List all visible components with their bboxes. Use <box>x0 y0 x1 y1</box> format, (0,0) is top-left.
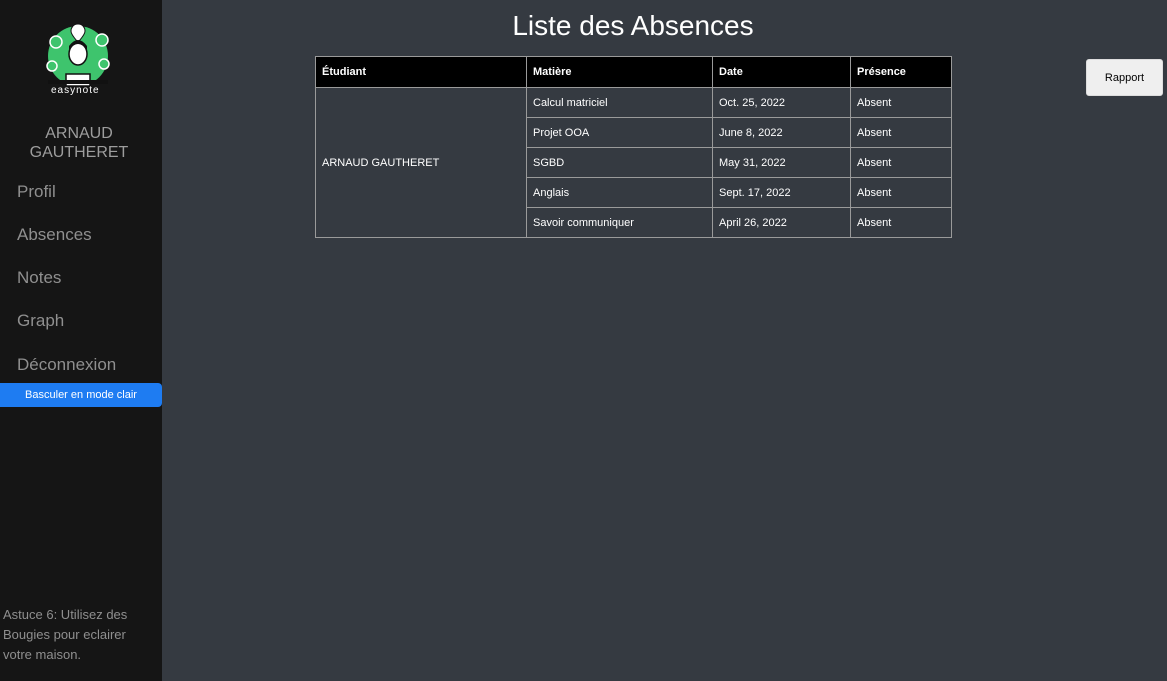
page-title: Liste des Absences <box>512 10 754 41</box>
nav-item-absences[interactable]: Absences <box>17 225 92 245</box>
rapport-button[interactable]: Rapport <box>1086 59 1163 96</box>
header-matiere: Matière <box>526 56 713 88</box>
logo-text: easynote <box>51 85 100 96</box>
nav-item-notes[interactable]: Notes <box>17 268 61 288</box>
subject-cell: Anglais <box>526 177 713 208</box>
student-cell: ARNAUD GAUTHERET <box>315 87 527 238</box>
presence-cell: Absent <box>850 177 952 208</box>
nav-item-graph[interactable]: Graph <box>17 311 64 331</box>
date-cell: Sept. 17, 2022 <box>712 177 851 208</box>
subject-cell: Projet OOA <box>526 117 713 148</box>
date-cell: May 31, 2022 <box>712 147 851 178</box>
user-name: ARNAUD GAUTHERET <box>29 125 129 161</box>
nav-item-deconnexion[interactable]: Déconnexion <box>17 355 116 375</box>
header-etudiant: Étudiant <box>315 56 527 88</box>
table-header-row: Étudiant Matière Date Présence <box>315 56 952 88</box>
tip-text: Astuce 6: Utilisez des Bougies pour ecla… <box>3 607 128 662</box>
date-cell: April 26, 2022 <box>712 207 851 238</box>
sidebar: easynote ARNAUD GAUTHERET Profil Absence… <box>0 0 162 681</box>
presence-cell: Absent <box>850 207 952 238</box>
toggle-light-mode-button[interactable]: Basculer en mode clair <box>0 383 162 407</box>
subject-cell: Calcul matriciel <box>526 87 713 118</box>
presence-cell: Absent <box>850 87 952 118</box>
header-date: Date <box>712 56 851 88</box>
presence-cell: Absent <box>850 117 952 148</box>
nav-item-profil[interactable]: Profil <box>17 182 56 202</box>
header-presence: Présence <box>850 56 952 88</box>
date-cell: Oct. 25, 2022 <box>712 87 851 118</box>
subject-cell: SGBD <box>526 147 713 178</box>
absences-table: Étudiant Matière Date Présence ARNAUD GA… <box>315 56 952 238</box>
subject-cell: Savoir communiquer <box>526 207 713 238</box>
presence-cell: Absent <box>850 147 952 178</box>
table-row: ARNAUD GAUTHERET Calcul matriciel Oct. 2… <box>315 87 952 238</box>
date-cell: June 8, 2022 <box>712 117 851 148</box>
